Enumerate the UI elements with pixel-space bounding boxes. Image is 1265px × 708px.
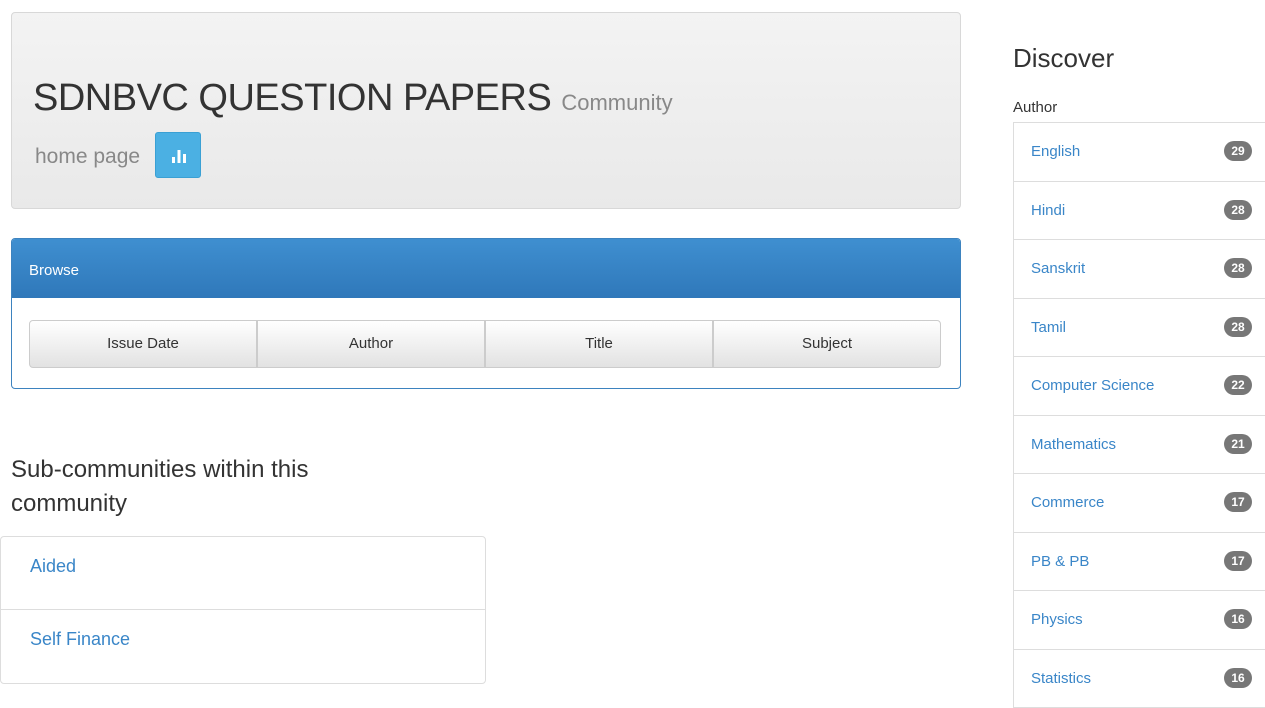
facet-item[interactable]: PB & PB 17	[1014, 533, 1265, 592]
bar-chart-icon	[170, 147, 188, 165]
subcommunity-link-aided[interactable]: Aided	[1, 537, 485, 610]
facet-item[interactable]: Sanskrit 28	[1014, 240, 1265, 299]
browse-button-group: Issue Date Author Title Subject	[29, 320, 941, 368]
discover-heading: Discover	[1013, 43, 1114, 74]
facet-label[interactable]: Tamil	[1031, 319, 1066, 336]
facet-label[interactable]: Statistics	[1031, 670, 1091, 687]
facet-count-badge: 28	[1224, 258, 1252, 278]
community-subtitle-line2: home page	[35, 145, 140, 169]
browse-heading: Browse	[12, 239, 960, 298]
community-title: SDNBVC QUESTION PAPERS	[33, 77, 551, 119]
browse-title-button[interactable]: Title	[485, 320, 713, 368]
facet-item[interactable]: Computer Science 22	[1014, 357, 1265, 416]
facet-count-badge: 17	[1224, 492, 1252, 512]
facet-label[interactable]: Mathematics	[1031, 436, 1116, 453]
facet-item[interactable]: English 29	[1014, 123, 1265, 182]
statistics-button[interactable]	[155, 132, 201, 178]
facet-count-badge: 28	[1224, 200, 1252, 220]
community-subtitle: Community	[561, 90, 672, 115]
facet-count-badge: 22	[1224, 375, 1252, 395]
facet-item[interactable]: Commerce 17	[1014, 474, 1265, 533]
facet-item[interactable]: Statistics 16	[1014, 650, 1265, 708]
browse-panel: Browse Issue Date Author Title Subject	[11, 238, 961, 389]
facet-label[interactable]: Sanskrit	[1031, 260, 1085, 277]
facet-label[interactable]: English	[1031, 143, 1080, 160]
subcommunity-link-self-finance[interactable]: Self Finance	[1, 610, 485, 683]
facet-item[interactable]: Physics 16	[1014, 591, 1265, 650]
facet-item[interactable]: Tamil 28	[1014, 299, 1265, 358]
facet-label[interactable]: Hindi	[1031, 202, 1065, 219]
facet-count-badge: 29	[1224, 141, 1252, 161]
discover-facet-label: Author	[1013, 99, 1057, 116]
subcommunities-list: Aided Self Finance	[0, 536, 486, 684]
facet-item[interactable]: Mathematics 21	[1014, 416, 1265, 475]
facet-count-badge: 28	[1224, 317, 1252, 337]
facet-label[interactable]: Computer Science	[1031, 377, 1154, 394]
facet-count-badge: 16	[1224, 668, 1252, 688]
facet-label[interactable]: Commerce	[1031, 494, 1104, 511]
facet-count-badge: 17	[1224, 551, 1252, 571]
facet-count-badge: 21	[1224, 434, 1252, 454]
subcommunities-heading: Sub-communities within this community	[11, 453, 431, 521]
browse-issue-date-button[interactable]: Issue Date	[29, 320, 257, 368]
page-title: SDNBVC QUESTION PAPERS Community	[33, 77, 673, 120]
facet-count-badge: 16	[1224, 609, 1252, 629]
facet-item[interactable]: Hindi 28	[1014, 182, 1265, 241]
facet-label[interactable]: Physics	[1031, 611, 1083, 628]
browse-subject-button[interactable]: Subject	[713, 320, 941, 368]
author-facet-list: English 29 Hindi 28 Sanskrit 28 Tamil 28…	[1013, 122, 1265, 708]
community-header: SDNBVC QUESTION PAPERS Community home pa…	[11, 12, 961, 209]
browse-author-button[interactable]: Author	[257, 320, 485, 368]
facet-label[interactable]: PB & PB	[1031, 553, 1089, 570]
